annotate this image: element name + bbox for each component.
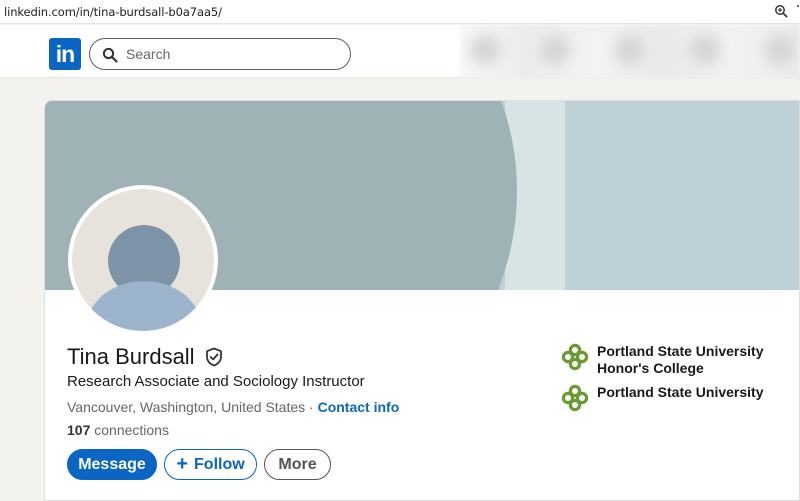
url-text[interactable]: linkedin.com/in/tina-burdsall-b0a7aa5/: [4, 5, 222, 19]
avatar-placeholder: [72, 189, 214, 331]
education-line1: Portland State University: [597, 343, 764, 359]
university-logo-icon: [561, 343, 589, 371]
connections-count[interactable]: 107 connections: [67, 422, 169, 438]
follow-label: Follow: [194, 456, 245, 473]
search-icon: [102, 47, 118, 63]
linkedin-logo[interactable]: in: [49, 38, 81, 70]
connections-number: 107: [67, 422, 91, 438]
location-row: Vancouver, Washington, United States · C…: [67, 399, 399, 415]
education-line1: Portland State University: [597, 384, 764, 400]
browser-address-bar[interactable]: linkedin.com/in/tina-burdsall-b0a7aa5/: [0, 0, 800, 24]
connections-label: connections: [94, 422, 169, 438]
search-box[interactable]: [89, 38, 351, 70]
zoom-icon[interactable]: [774, 4, 788, 18]
profile-headline: Research Associate and Sociology Instruc…: [67, 373, 365, 390]
profile-location: Vancouver, Washington, United States: [67, 399, 306, 415]
blurred-nav-items: [460, 25, 800, 78]
follow-button[interactable]: + Follow: [164, 449, 257, 480]
profile-card: Tina Burdsall Research Associate and Soc…: [44, 100, 800, 501]
top-navbar: in: [0, 25, 800, 78]
profile-name: Tina Burdsall: [67, 344, 195, 369]
browser-menu-icon[interactable]: [796, 4, 800, 16]
contact-info-link[interactable]: Contact info: [318, 399, 400, 415]
more-button[interactable]: More: [264, 449, 331, 480]
education-line2: Honor's College: [597, 360, 704, 376]
message-button[interactable]: Message: [67, 449, 157, 480]
plus-icon: +: [176, 453, 189, 475]
avatar[interactable]: [68, 185, 218, 335]
search-input[interactable]: [126, 44, 336, 64]
verified-shield-icon[interactable]: [205, 347, 223, 367]
separator-dot: ·: [309, 399, 314, 415]
university-logo-icon: [561, 384, 589, 412]
